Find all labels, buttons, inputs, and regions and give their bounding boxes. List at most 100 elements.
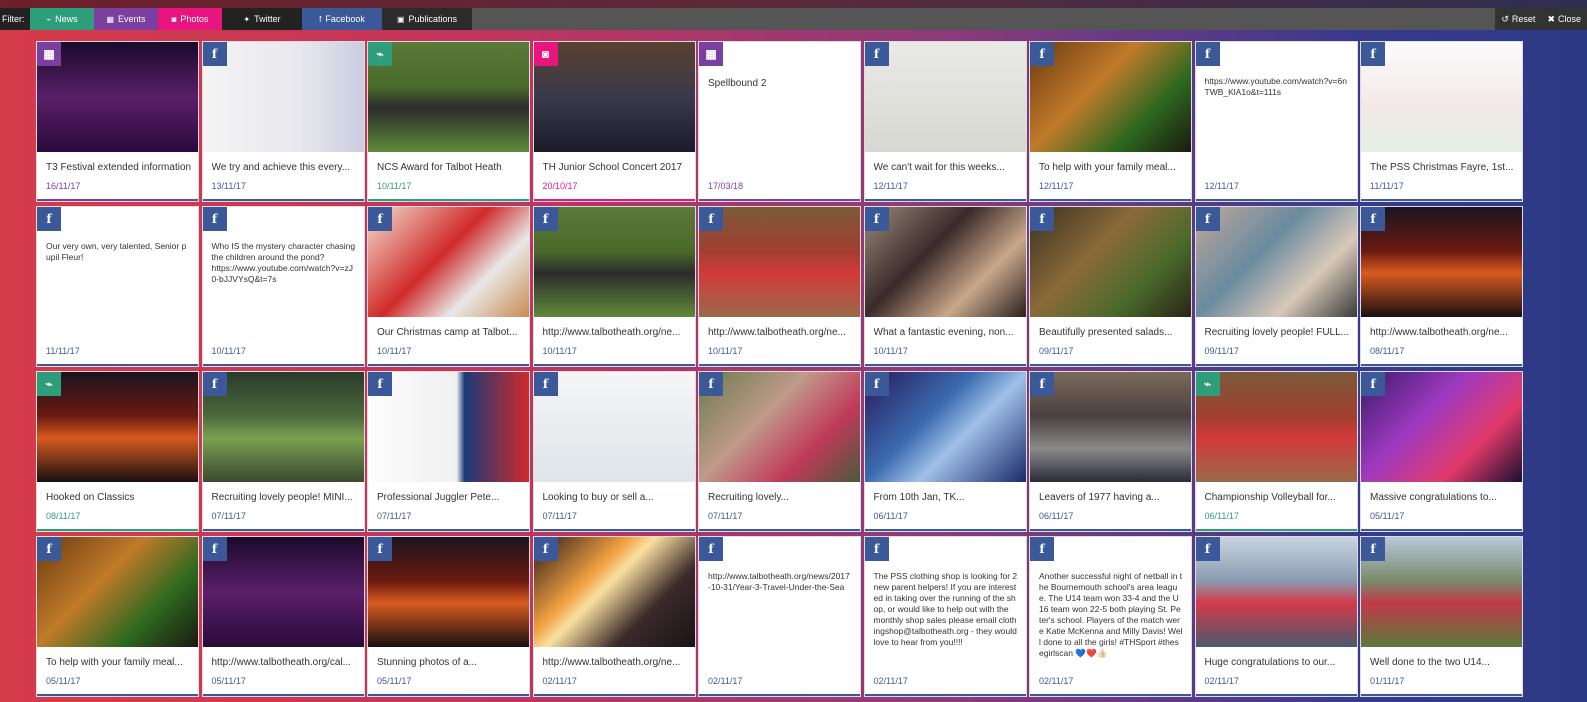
card-date: 10/11/17 <box>211 346 246 356</box>
book-icon: ▣ <box>396 14 405 24</box>
feed-card[interactable]: f Well done to the two U14... 01/11/17 <box>1360 536 1523 697</box>
feed-card[interactable]: ⌁ Hooked on Classics 08/11/17 <box>36 371 199 532</box>
card-date: 07/11/17 <box>542 511 577 521</box>
feed-card[interactable]: ▦ Spellbound 2 17/03/18 <box>698 41 861 202</box>
camera-icon: ◙ <box>171 14 177 24</box>
reset-button[interactable]: ↺ Reset <box>1495 8 1541 30</box>
facebook-icon: f <box>864 372 889 396</box>
facebook-icon: f <box>699 372 723 396</box>
facebook-icon: f <box>1195 537 1220 561</box>
tab-events[interactable]: ▦ Events <box>94 8 158 30</box>
card-accent-line <box>699 364 860 366</box>
feed-card[interactable]: f Recruiting lovely people! FULL... 09/11/… <box>1194 206 1358 367</box>
feed-card[interactable]: f To help with your family meal... 12/11/1… <box>1029 41 1192 202</box>
close-label: Close <box>1557 14 1581 24</box>
feed-card[interactable]: f https://www.youtube.com/watch?v=6nTWB_K… <box>1194 41 1358 202</box>
card-title: Our Christmas camp at Talbot... <box>377 327 518 338</box>
facebook-icon: f <box>1030 372 1054 396</box>
feed-card[interactable]: f http://www.talbotheath.org/cal... 05/11/… <box>201 536 365 697</box>
card-date: 10/11/17 <box>542 346 577 356</box>
filter-spacer <box>472 8 1496 30</box>
card-accent-line <box>533 694 695 696</box>
filter-bar: Filter: ⌁ News ▦ Events ◙ Photos ✦ Twitt… <box>0 8 1587 30</box>
feed-card[interactable]: f To help with your family meal... 05/11/1… <box>36 536 199 697</box>
feed-card[interactable]: f http://www.talbotheath.org/ne... 10/11/1… <box>698 206 861 367</box>
feed-card[interactable]: ⌁ Championship Volleyball for... 06/11/17 <box>1194 371 1358 532</box>
feed-card[interactable]: f Stunning photos of a... 05/11/17 <box>367 536 530 697</box>
facebook-icon: f <box>368 537 392 561</box>
purple-party-image <box>1361 372 1522 482</box>
feed-card[interactable]: f Professional Juggler Pete... 07/11/17 <box>367 371 530 532</box>
feed-card[interactable]: f Recruiting lovely... 07/11/17 <box>698 371 861 532</box>
building-night-red-image <box>1361 207 1522 317</box>
feed-card[interactable]: f The PSS clothing shop is looking for 2 … <box>863 536 1027 697</box>
facebook-icon: f <box>1361 537 1385 561</box>
card-date: 17/03/18 <box>708 181 744 191</box>
feed-card[interactable]: f Our Christmas camp at Talbot... 10/11/17 <box>367 206 530 367</box>
facebook-icon: f <box>533 372 558 396</box>
feed-card[interactable]: f Our very own, very talented, Senior pup… <box>36 206 199 367</box>
facebook-icon: f <box>864 42 889 66</box>
facebook-icon: f <box>1195 207 1220 231</box>
card-title: Hooked on Classics <box>46 492 135 503</box>
card-date: 06/11/17 <box>1204 511 1239 521</box>
rss-icon: ⌁ <box>1195 372 1220 396</box>
feed-card[interactable]: f Recruiting lovely people! MINI... 07/11/… <box>201 371 365 532</box>
card-accent-line <box>533 199 695 201</box>
card-accent-line <box>202 694 364 696</box>
feed-card[interactable]: f We can't wait for this weeks... 12/11/17 <box>863 41 1027 202</box>
card-title: Recruiting lovely people! FULL... <box>1204 327 1350 338</box>
tab-facebook[interactable]: f Facebook <box>302 8 382 30</box>
camera-icon: ◙ <box>533 42 558 66</box>
card-title: http://www.talbotheath.org/cal... <box>211 657 352 668</box>
card-text: https://www.youtube.com/watch?v=6nTWB_Kl… <box>1204 76 1347 97</box>
feed-card[interactable]: f What a fantastic evening, non... 10/11/1… <box>863 206 1027 367</box>
card-date: 09/11/17 <box>1039 346 1074 356</box>
feed-card[interactable]: f Leavers of 1977 having a... 06/11/17 <box>1029 371 1192 532</box>
close-button[interactable]: ✖ Close <box>1541 8 1587 30</box>
facebook-icon: f <box>864 537 889 561</box>
feed-card[interactable]: ◙ TH Junior School Concert 2017 20/10/17 <box>532 41 696 202</box>
card-accent-line <box>1195 694 1357 696</box>
menu-board-image <box>864 42 1026 152</box>
card-date: 05/11/17 <box>377 676 412 686</box>
hall-concert-image <box>533 42 695 152</box>
feed-card[interactable]: f Beautifully presented salads... 09/11/17 <box>1029 206 1192 367</box>
card-title: TH Junior School Concert 2017 <box>542 162 683 173</box>
feed-card[interactable]: f http://www.talbotheath.org/news/2017-10… <box>698 536 861 697</box>
feed-card[interactable]: f Who IS the mystery character chasing th… <box>201 206 365 367</box>
feed-card[interactable]: f http://www.talbotheath.org/ne... 02/11/1… <box>532 536 696 697</box>
card-date: 09/11/17 <box>1204 346 1239 356</box>
card-accent-line <box>533 364 695 366</box>
feed-grid: ▦ T3 Festival extended information 16/11/1… <box>36 41 1523 697</box>
feed-card[interactable]: ▦ T3 Festival extended information 16/11/1… <box>36 41 199 202</box>
feed-card[interactable]: f From 10th Jan, TK... 06/11/17 <box>863 371 1027 532</box>
card-title: T3 Festival extended information <box>46 162 192 173</box>
feed-card[interactable]: f We try and achieve this every... 13/11/1… <box>201 41 365 202</box>
tab-photos[interactable]: ◙ Photos <box>158 8 222 30</box>
feed-card[interactable]: f Huge congratulations to our... 02/11/17 <box>1194 536 1358 697</box>
close-icon: ✖ <box>1547 13 1555 24</box>
feed-card[interactable]: f Massive congratulations to... 05/11/17 <box>1360 371 1523 532</box>
filter-label: Filter: <box>0 8 30 30</box>
card-title: Professional Juggler Pete... <box>377 492 500 503</box>
girls-group-grass-image <box>368 42 529 152</box>
card-title: Recruiting lovely... <box>708 492 789 503</box>
recent-ads-page-image <box>533 372 695 482</box>
tab-publications[interactable]: ▣ Publications <box>382 8 472 30</box>
feed-card[interactable]: ⌁ NCS Award for Talbot Heath 10/11/17 <box>367 41 530 202</box>
feed-card[interactable]: f Another successful night of netball in … <box>1029 536 1192 697</box>
feed-card[interactable]: f http://www.talbotheath.org/ne... 08/11/1… <box>1360 206 1523 367</box>
card-accent-line <box>864 529 1026 531</box>
tab-twitter[interactable]: ✦ Twitter <box>222 8 302 30</box>
facebook-icon: f <box>202 207 227 231</box>
card-accent-line <box>368 694 529 696</box>
facebook-icon: f <box>533 537 558 561</box>
feed-card[interactable]: f http://www.talbotheath.org/ne... 10/11/1… <box>532 206 696 367</box>
card-date: 07/11/17 <box>708 511 743 521</box>
feed-card[interactable]: f Looking to buy or sell a... 07/11/17 <box>532 371 696 532</box>
card-title: http://www.talbotheath.org/ne... <box>1370 327 1508 338</box>
card-accent-line <box>37 529 198 531</box>
tab-news[interactable]: ⌁ News <box>30 8 94 30</box>
feed-card[interactable]: f The PSS Christmas Fayre, 1st... 11/11/17 <box>1360 41 1523 202</box>
